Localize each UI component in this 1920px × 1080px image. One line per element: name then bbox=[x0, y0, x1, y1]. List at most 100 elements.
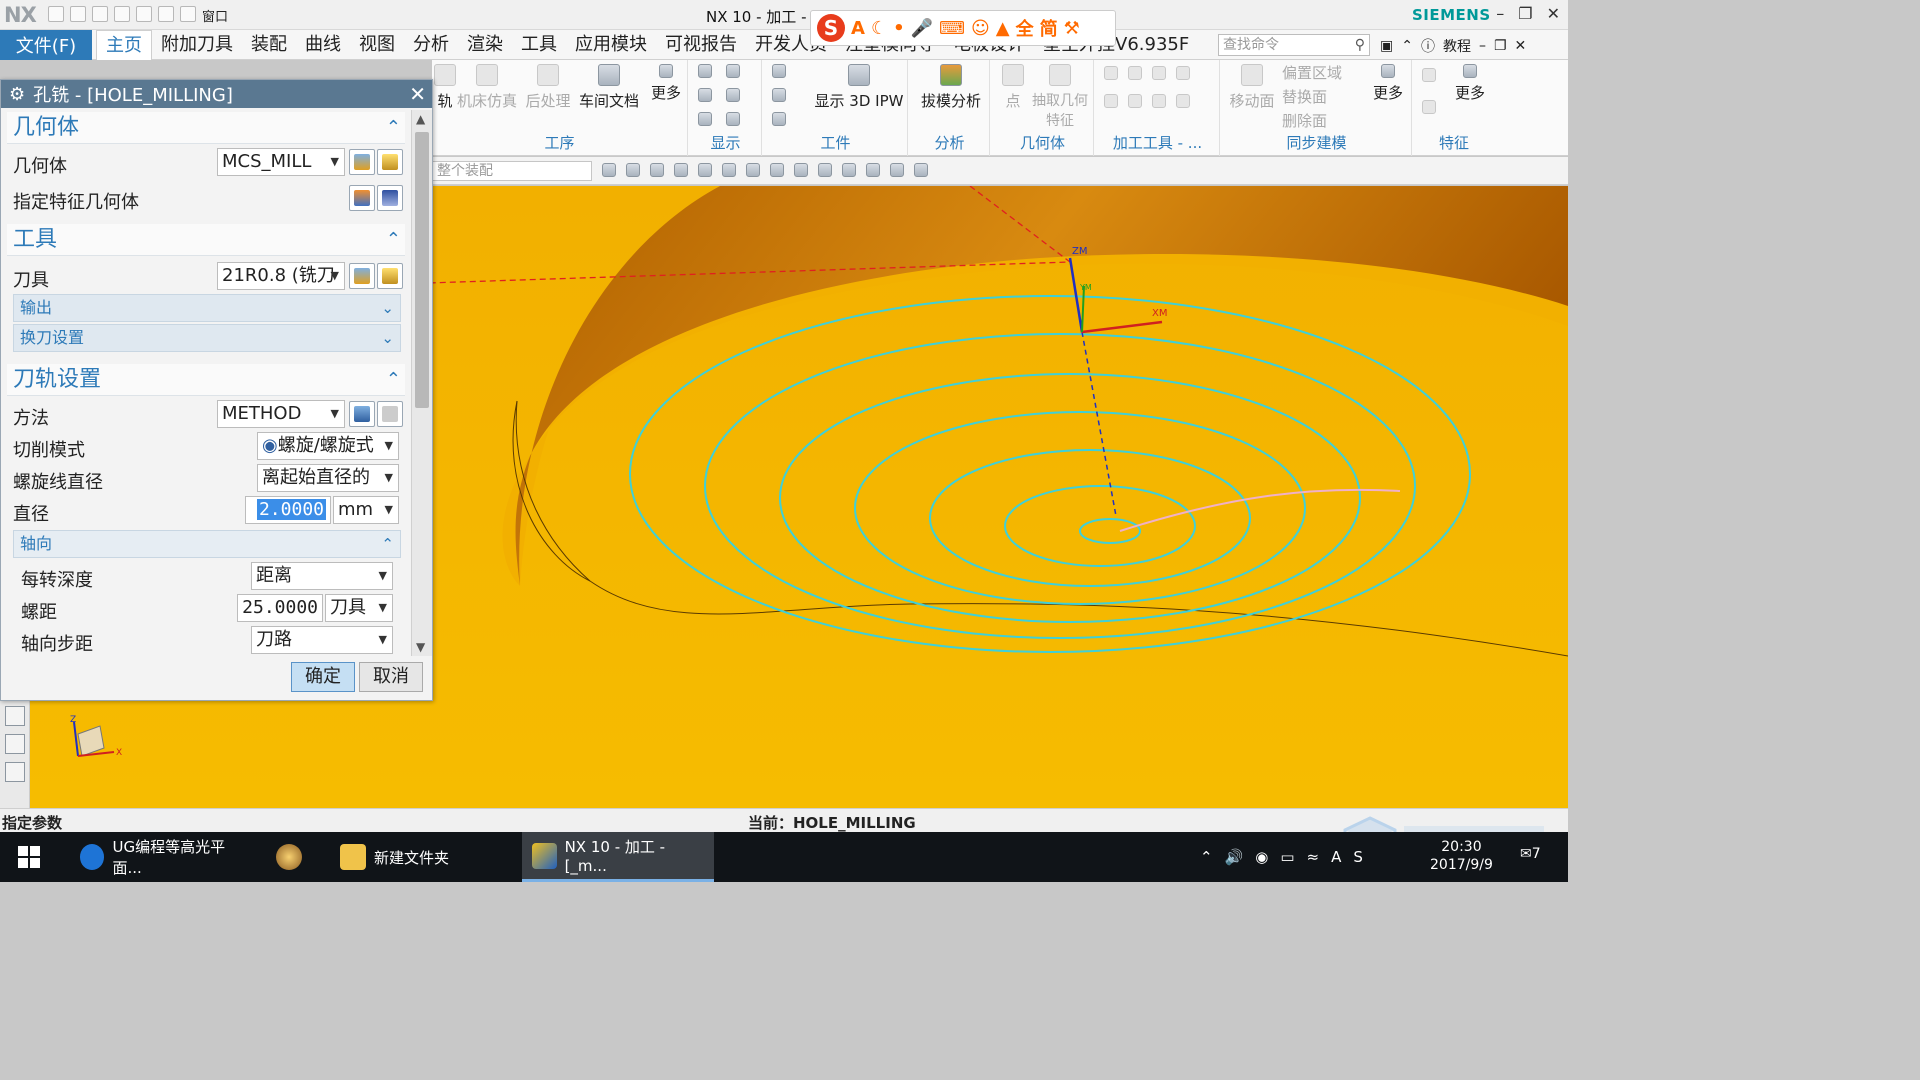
ime-skin-icon[interactable]: ▲ bbox=[996, 18, 1010, 39]
display-btn-4[interactable] bbox=[726, 88, 740, 106]
workpiece-btn-3[interactable] bbox=[772, 112, 786, 130]
mtools-btn-4[interactable] bbox=[1176, 66, 1190, 84]
taskbar-item-folder[interactable]: 新建文件夹 bbox=[330, 832, 516, 882]
geometry-select[interactable]: MCS_MILL ▼ bbox=[217, 148, 345, 176]
diameter-unit-select[interactable]: mm ▼ bbox=[333, 496, 399, 524]
axial-step-select[interactable]: 刀路 ▼ bbox=[251, 626, 393, 654]
ime-moon-icon[interactable]: ☾ bbox=[871, 18, 887, 39]
network-icon[interactable]: ≈ bbox=[1307, 848, 1320, 866]
mtools-btn-8[interactable] bbox=[1176, 94, 1190, 112]
snap-icon-3[interactable] bbox=[650, 163, 664, 177]
dialog-scrollbar[interactable]: ▲ ▼ bbox=[411, 110, 432, 656]
pitch-input[interactable]: 25.0000 bbox=[237, 594, 323, 622]
method-select[interactable]: METHOD ▼ bbox=[217, 400, 345, 428]
doc-close-icon[interactable]: ✕ bbox=[1515, 38, 1527, 54]
ribbon-btn-extract-geometry[interactable]: 抽取几何特征 bbox=[1032, 64, 1088, 130]
doc-restore-icon[interactable]: ❐ bbox=[1494, 38, 1507, 54]
tab-assembly[interactable]: 装配 bbox=[242, 30, 296, 60]
ribbon-btn-replace-face[interactable]: 替换面 bbox=[1282, 86, 1362, 107]
mtools-btn-5[interactable] bbox=[1104, 94, 1118, 112]
cut-icon[interactable] bbox=[92, 6, 108, 22]
ribbon-btn-point[interactable]: 点 bbox=[998, 64, 1028, 111]
workpiece-btn-1[interactable] bbox=[772, 64, 786, 82]
ribbon-btn-draft-analysis[interactable]: 拔模分析 bbox=[916, 64, 986, 111]
feature-btn-2[interactable] bbox=[1422, 100, 1436, 118]
snap-icon-5[interactable] bbox=[698, 163, 712, 177]
ok-button[interactable]: 确定 bbox=[291, 662, 355, 692]
mtools-btn-6[interactable] bbox=[1128, 94, 1142, 112]
tab-visual-report[interactable]: 可视报告 bbox=[656, 30, 746, 60]
ribbon-btn-postprocess[interactable]: 后处理 bbox=[524, 64, 572, 111]
snap-icon-13[interactable] bbox=[890, 163, 904, 177]
edit-tool-button[interactable] bbox=[377, 263, 403, 289]
new-method-button[interactable] bbox=[349, 401, 375, 427]
tab-home[interactable]: 主页 bbox=[96, 30, 152, 60]
cut-mode-select[interactable]: ◉螺旋/螺旋式 ▼ bbox=[257, 432, 399, 460]
dialog-close-icon[interactable]: ✕ bbox=[409, 82, 426, 106]
workpiece-btn-2[interactable] bbox=[772, 88, 786, 106]
cancel-button[interactable]: 取消 bbox=[359, 662, 423, 692]
feature-btn-1[interactable] bbox=[1422, 68, 1436, 86]
tab-add-tool[interactable]: 附加刀具 bbox=[152, 30, 242, 60]
display-btn-6[interactable] bbox=[726, 112, 740, 130]
notification-center-icon[interactable]: ✉7 bbox=[1520, 846, 1541, 862]
ribbon-btn-generate[interactable]: 轨 bbox=[434, 64, 456, 111]
pitch-unit-select[interactable]: 刀具 ▼ bbox=[325, 594, 393, 622]
taskbar-item-paint[interactable] bbox=[266, 832, 322, 882]
display-feature-button[interactable] bbox=[377, 185, 403, 211]
tab-curve[interactable]: 曲线 bbox=[296, 30, 350, 60]
volume-icon[interactable]: 🔊 bbox=[1225, 848, 1244, 866]
window-icon[interactable] bbox=[180, 6, 196, 22]
scroll-down-icon[interactable]: ▼ bbox=[416, 640, 425, 654]
snap-icon-9[interactable] bbox=[794, 163, 808, 177]
ribbon-btn-more-3[interactable]: 更多 bbox=[1450, 64, 1490, 103]
collapse-ribbon-icon[interactable]: ⌃ bbox=[1401, 38, 1413, 54]
taskbar-item-nx[interactable]: NX 10 - 加工 - [_m... bbox=[522, 832, 714, 882]
tab-tools[interactable]: 工具 bbox=[512, 30, 566, 60]
tab-application[interactable]: 应用模块 bbox=[566, 30, 656, 60]
mtools-btn-1[interactable] bbox=[1104, 66, 1118, 84]
doc-minimize-icon[interactable]: – bbox=[1479, 38, 1486, 54]
depth-per-rev-select[interactable]: 距离 ▼ bbox=[251, 562, 393, 590]
tool-select[interactable]: 21R0.8 (铣刀 ▼ bbox=[217, 262, 345, 290]
mtools-btn-7[interactable] bbox=[1152, 94, 1166, 112]
snap-icon-10[interactable] bbox=[818, 163, 832, 177]
input-method-icon[interactable]: A bbox=[1331, 848, 1341, 866]
undo-icon[interactable] bbox=[70, 6, 86, 22]
section-tool-header[interactable]: 工具 ⌃ bbox=[7, 224, 405, 256]
command-search-input[interactable]: 查找命令 ⚲ bbox=[1218, 34, 1370, 56]
tray-expand-icon[interactable]: ⌃ bbox=[1200, 848, 1213, 866]
battery-icon[interactable]: ▭ bbox=[1280, 848, 1294, 866]
scroll-up-icon[interactable]: ▲ bbox=[416, 112, 425, 126]
search-icon[interactable]: ⚲ bbox=[1355, 35, 1365, 55]
ribbon-btn-more-2[interactable]: 更多 bbox=[1370, 64, 1406, 103]
section-path-header[interactable]: 刀轨设置 ⌃ bbox=[7, 364, 405, 396]
ime-mic-icon[interactable]: 🎤 bbox=[911, 18, 933, 39]
ribbon-btn-shop-doc[interactable]: 车间文档 bbox=[578, 64, 640, 111]
touch-mode-icon[interactable] bbox=[158, 6, 174, 22]
ime-keyboard-icon[interactable]: ⌨ bbox=[939, 18, 965, 39]
diameter-input[interactable]: 2.0000 bbox=[245, 496, 331, 524]
copy-icon[interactable] bbox=[114, 6, 130, 22]
tab-render[interactable]: 渲染 bbox=[458, 30, 512, 60]
collapse-icon[interactable]: ⌃ bbox=[386, 224, 401, 256]
edit-geometry-button[interactable] bbox=[377, 149, 403, 175]
sogou-tray-icon[interactable]: S bbox=[1353, 848, 1363, 866]
scroll-thumb[interactable] bbox=[415, 132, 429, 408]
snap-icon-1[interactable] bbox=[602, 163, 616, 177]
file-menu[interactable]: 文件(F) bbox=[0, 30, 92, 60]
section-geometry-header[interactable]: 几何体 ⌃ bbox=[7, 112, 405, 144]
assembly-filter-select[interactable]: 整个装配 bbox=[432, 161, 592, 181]
snap-icon-12[interactable] bbox=[866, 163, 880, 177]
taskbar-item-ie[interactable]: UG编程等高光平面... bbox=[70, 832, 256, 882]
security-icon[interactable]: ◉ bbox=[1255, 848, 1268, 866]
new-tool-button[interactable] bbox=[349, 263, 375, 289]
paste-icon[interactable] bbox=[136, 6, 152, 22]
ribbon-btn-more-1[interactable]: 更多 bbox=[648, 64, 684, 103]
snap-icon-2[interactable] bbox=[626, 163, 640, 177]
ime-toolbar[interactable]: S A ☾ • 🎤 ⌨ ☺ ▲ 全 简 ⚒ bbox=[810, 10, 1116, 46]
snap-icon-11[interactable] bbox=[842, 163, 856, 177]
collapse-icon[interactable]: ⌃ bbox=[386, 364, 401, 396]
ribbon-btn-offset-region[interactable]: 偏置区域 bbox=[1282, 62, 1362, 83]
display-btn-5[interactable] bbox=[698, 112, 712, 130]
